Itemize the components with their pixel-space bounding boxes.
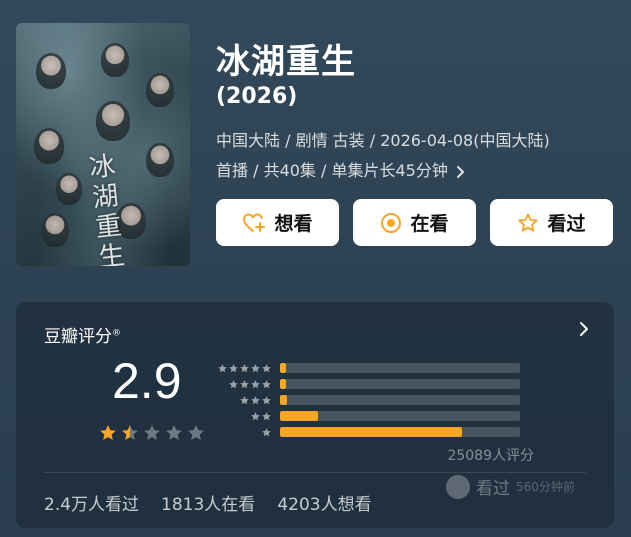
watched-label: 看过 — [547, 213, 586, 235]
registered-mark: ® — [112, 328, 121, 339]
rating-distribution — [216, 360, 536, 440]
star-outline-icon — [517, 212, 539, 234]
score-star-icon — [120, 423, 140, 447]
stats-row: 2.4万人看过 1813人在看 4203人想看 — [44, 490, 372, 515]
watching-button[interactable]: 在看 — [353, 199, 476, 246]
chevron-right-icon[interactable] — [456, 161, 466, 180]
rating-bar-fill — [280, 411, 319, 421]
rating-bar-fill — [280, 395, 288, 405]
meta-line-1: 中国大陆 / 剧情 古装 / 2026-04-08(中国大陆) — [216, 131, 550, 150]
rating-card[interactable]: 豆瓣评分® 2.9 25089人评分 2.4万人看过 1813人在看 4203人… — [16, 302, 614, 528]
rating-bar-row — [216, 424, 536, 440]
rating-card-title-text: 豆瓣评分 — [44, 327, 112, 347]
rating-bar-track — [280, 395, 520, 405]
rating-score: 2.9 — [112, 353, 182, 409]
want-to-watch-label: 想看 — [274, 213, 313, 235]
rating-bar-fill — [280, 379, 286, 389]
poster-figure — [96, 101, 130, 141]
poster-figure — [146, 73, 174, 107]
poster-image[interactable]: 冰湖重生 — [16, 23, 190, 266]
bar-star-label — [216, 423, 280, 442]
score-star-icon — [164, 423, 184, 447]
poster-figure — [56, 173, 82, 205]
poster-figure — [36, 53, 66, 89]
poster-figure — [34, 128, 64, 164]
poster-figure — [41, 213, 69, 247]
watermark-text: 看过 — [476, 479, 510, 499]
poster-title-art: 冰湖重生 — [87, 151, 127, 266]
watermark: 看过 560分钟前 — [446, 474, 575, 499]
watermark-logo — [446, 474, 470, 499]
release-year: (2026) — [216, 84, 298, 109]
poster-figure — [146, 143, 174, 177]
score-star-icon — [142, 423, 162, 447]
rating-bar-track — [280, 363, 520, 373]
rating-bar-track — [280, 427, 520, 437]
meta-line-2: 首播 / 共40集 / 单集片长45分钟 — [216, 156, 621, 186]
meta-line-2-text: 首播 / 共40集 / 单集片长45分钟 — [216, 161, 448, 180]
watermark-sub: 560分钟前 — [516, 480, 575, 494]
small-star-icon — [261, 423, 272, 442]
wish-count[interactable]: 4203人想看 — [277, 490, 371, 515]
movie-meta[interactable]: 中国大陆 / 剧情 古装 / 2026-04-08(中国大陆) 首播 / 共40… — [216, 126, 621, 186]
score-stars — [98, 423, 206, 447]
chevron-right-icon[interactable] — [578, 320, 590, 342]
poster-figure — [101, 43, 129, 77]
action-buttons: 想看 在看 看过 — [216, 199, 613, 246]
watching-label: 在看 — [410, 213, 449, 235]
score-star-icon — [186, 423, 206, 447]
target-icon — [380, 212, 402, 234]
watched-button[interactable]: 看过 — [490, 199, 613, 246]
rating-bar-fill — [280, 363, 286, 373]
want-to-watch-button[interactable]: 想看 — [216, 199, 339, 246]
rating-bar-fill — [280, 427, 463, 437]
heart-plus-icon — [242, 212, 266, 234]
score-star-icon — [98, 423, 118, 447]
rating-card-title: 豆瓣评分® — [44, 322, 121, 347]
page-title: 冰湖重生 — [216, 42, 356, 82]
watching-count[interactable]: 1813人在看 — [161, 490, 255, 515]
rating-count: 25089人评分 — [447, 448, 534, 464]
rating-bar-track — [280, 379, 520, 389]
rating-bar-track — [280, 411, 520, 421]
watched-count[interactable]: 2.4万人看过 — [44, 490, 139, 515]
divider — [44, 472, 586, 473]
